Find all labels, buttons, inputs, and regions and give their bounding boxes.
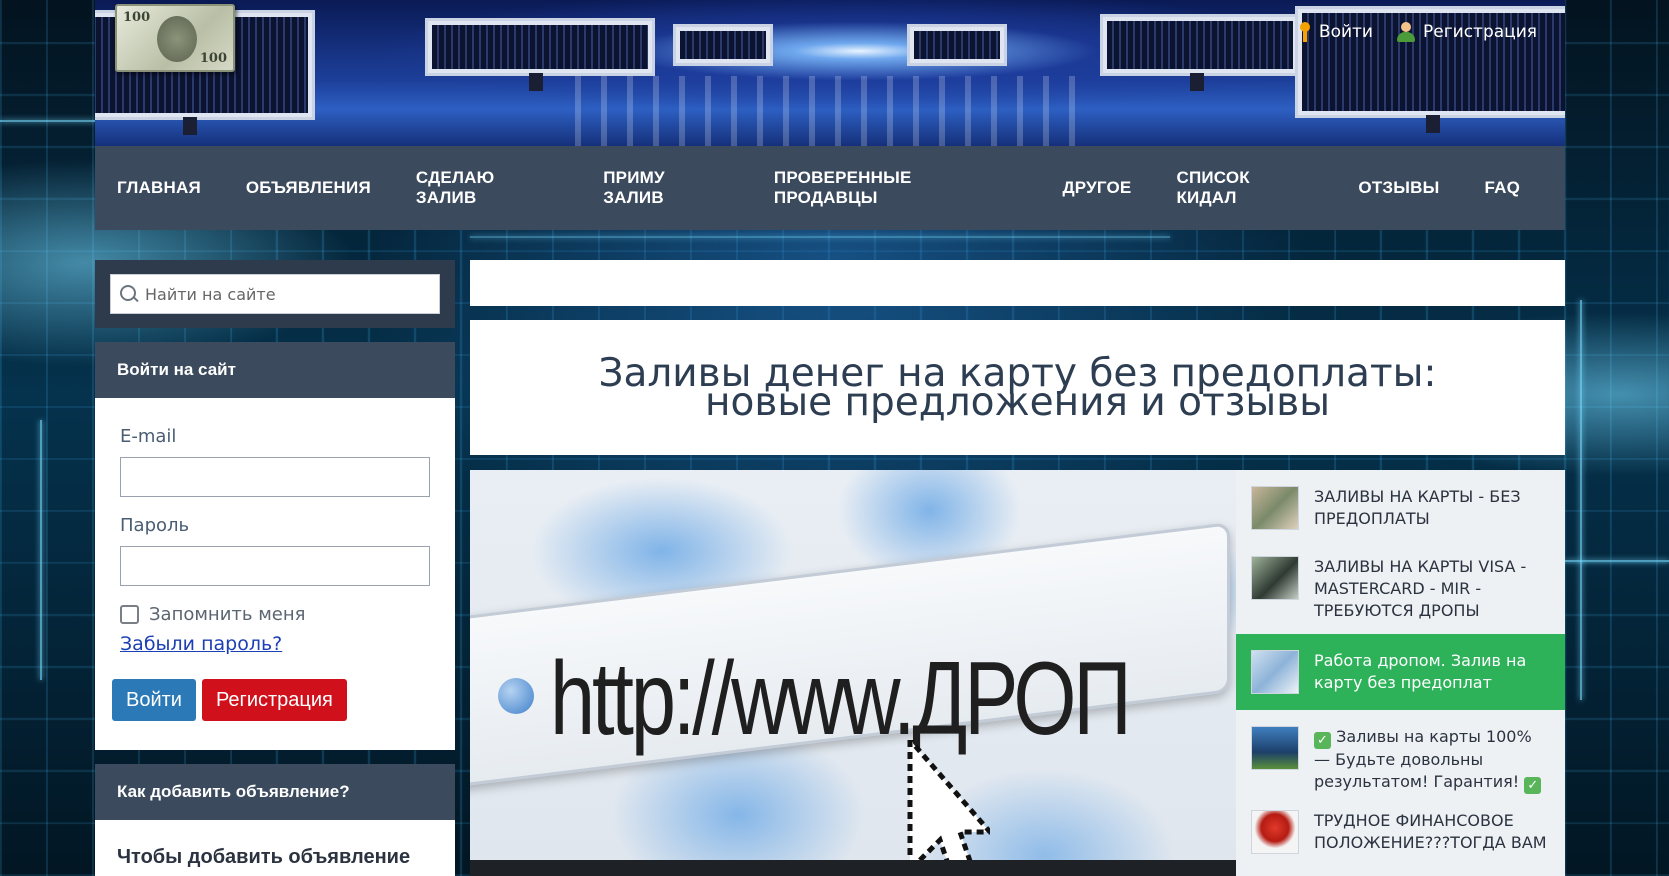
page-title: Заливы денег на карту без предоплаты: но… [598, 350, 1437, 425]
nav-item-verified-sellers[interactable]: ПРОВЕРЕННЫЕ ПРОДАВЦЫ [774, 168, 1018, 208]
list-item[interactable]: ✓ Заливы на карты 100% — Будьте довольны… [1236, 710, 1565, 794]
forgot-password-link[interactable]: Забыли пароль? [120, 633, 429, 655]
circuit-decoration [1565, 560, 1669, 562]
banner-monitor [673, 24, 773, 66]
cursor-icon [907, 740, 990, 876]
search-field [110, 274, 440, 314]
banner-floor [575, 76, 1085, 146]
nav-item-reviews[interactable]: ОТЗЫВЫ [1358, 178, 1439, 198]
globe-icon [498, 678, 534, 714]
circuit-decoration [40, 420, 42, 680]
nav-item-accept-deposit[interactable]: ПРИМУ ЗАЛИВ [603, 168, 729, 208]
header-register-label: Регистрация [1423, 22, 1537, 42]
check-icon: ✓ [1524, 777, 1542, 794]
login-widget: Войти на сайт E-mail Пароль Запомнить ме… [95, 342, 455, 750]
nav-item-home[interactable]: ГЛАВНАЯ [117, 178, 201, 198]
email-label: E-mail [120, 426, 177, 447]
list-item[interactable]: ЗАЛИВЫ НА КАРТЫ VISA - MASTERCARD - MIR … [1236, 540, 1565, 622]
remember-label: Запомнить меня [149, 604, 306, 625]
login-button[interactable]: Войти [112, 679, 196, 721]
howto-widget-text: Чтобы добавить объявление — [117, 846, 411, 876]
search-widget [95, 260, 455, 328]
password-field[interactable] [120, 546, 430, 586]
header-login-label: Войти [1318, 22, 1373, 42]
list-item[interactable]: ТРУДНОЕ ФИНАНСОВОЕ ПОЛОЖЕНИЕ???ТОГДА ВАМ [1236, 794, 1565, 864]
related-posts: ЗАЛИВЫ НА КАРТЫ - БЕЗ ПРЕДОПЛАТЫ ЗАЛИВЫ … [1236, 470, 1565, 876]
post-title: ✓ Заливы на карты 100% — Будьте довольны… [1314, 726, 1550, 794]
main-nav: ГЛАВНАЯ ОБЪЯВЛЕНИЯ СДЕЛАЮ ЗАЛИВ ПРИМУ ЗА… [95, 146, 1565, 230]
post-title: ЗАЛИВЫ НА КАРТЫ VISA - MASTERCARD - MIR … [1314, 557, 1527, 620]
nav-item-faq[interactable]: FAQ [1484, 178, 1520, 198]
hero-url-text: http://www.ДРОП [550, 641, 1132, 757]
post-title: Работа дропом. Залив на карту без предоп… [1314, 651, 1527, 692]
post-thumbnail [1251, 810, 1299, 854]
register-button[interactable]: Регистрация [201, 679, 347, 721]
banner-monitor [425, 18, 655, 91]
breadcrumb-strip [470, 260, 1565, 306]
post-title: ТРУДНОЕ ФИНАНСОВОЕ ПОЛОЖЕНИЕ???ТОГДА ВАМ [1314, 811, 1547, 852]
list-item[interactable]: Работа дропом. Залив на карту без предоп… [1236, 634, 1565, 710]
search-input[interactable] [145, 284, 425, 304]
howto-widget: Как добавить объявление? Чтобы добавить … [95, 764, 455, 876]
hero-image[interactable]: http://www.ДРОП [470, 470, 1236, 876]
post-thumbnail [1251, 650, 1299, 694]
search-icon[interactable] [119, 284, 139, 304]
post-thumbnail [1251, 486, 1299, 530]
password-label: Пароль [120, 515, 190, 536]
page-title-box: Заливы денег на карту без предоплаты: но… [470, 320, 1565, 455]
header-banner: 100 100 Войти Регистрация [95, 0, 1565, 146]
nav-item-other[interactable]: ДРУГОЕ [1062, 178, 1131, 198]
post-title: ЗАЛИВЫ НА КАРТЫ - БЕЗ ПРЕДОПЛАТЫ [1314, 487, 1521, 528]
remember-checkbox[interactable] [120, 605, 139, 624]
login-buttons: Войти Регистрация [112, 679, 429, 721]
post-thumbnail [1251, 726, 1299, 770]
header-auth-links: Войти Регистрация [1299, 22, 1537, 42]
key-icon [1299, 22, 1311, 42]
email-field[interactable] [120, 457, 430, 497]
circuit-decoration [470, 236, 1170, 238]
nav-item-ads[interactable]: ОБЪЯВЛЕНИЯ [246, 178, 371, 198]
header-login-link[interactable]: Войти [1299, 22, 1373, 42]
check-icon: ✓ [1314, 732, 1331, 749]
nav-item-scammer-list[interactable]: СПИСОК КИДАЛ [1176, 168, 1313, 208]
circuit-decoration [0, 120, 95, 122]
list-item[interactable]: ЗАЛИВЫ НА КАРТЫ - БЕЗ ПРЕДОПЛАТЫ [1236, 470, 1565, 540]
hero-footer-bar [470, 860, 1236, 876]
header-register-link[interactable]: Регистрация [1397, 22, 1537, 42]
banner-monitor [907, 24, 1007, 66]
remember-me: Запомнить меня [120, 604, 429, 625]
user-icon [1397, 22, 1415, 42]
site-logo[interactable]: 100 100 [115, 4, 235, 72]
howto-widget-title: Как добавить объявление? [95, 764, 455, 820]
circuit-decoration [1580, 300, 1582, 700]
banner-monitor [1100, 14, 1300, 91]
post-thumbnail [1251, 556, 1299, 600]
nav-item-do-deposit[interactable]: СДЕЛАЮ ЗАЛИВ [416, 168, 558, 208]
login-widget-title: Войти на сайт [95, 342, 455, 398]
